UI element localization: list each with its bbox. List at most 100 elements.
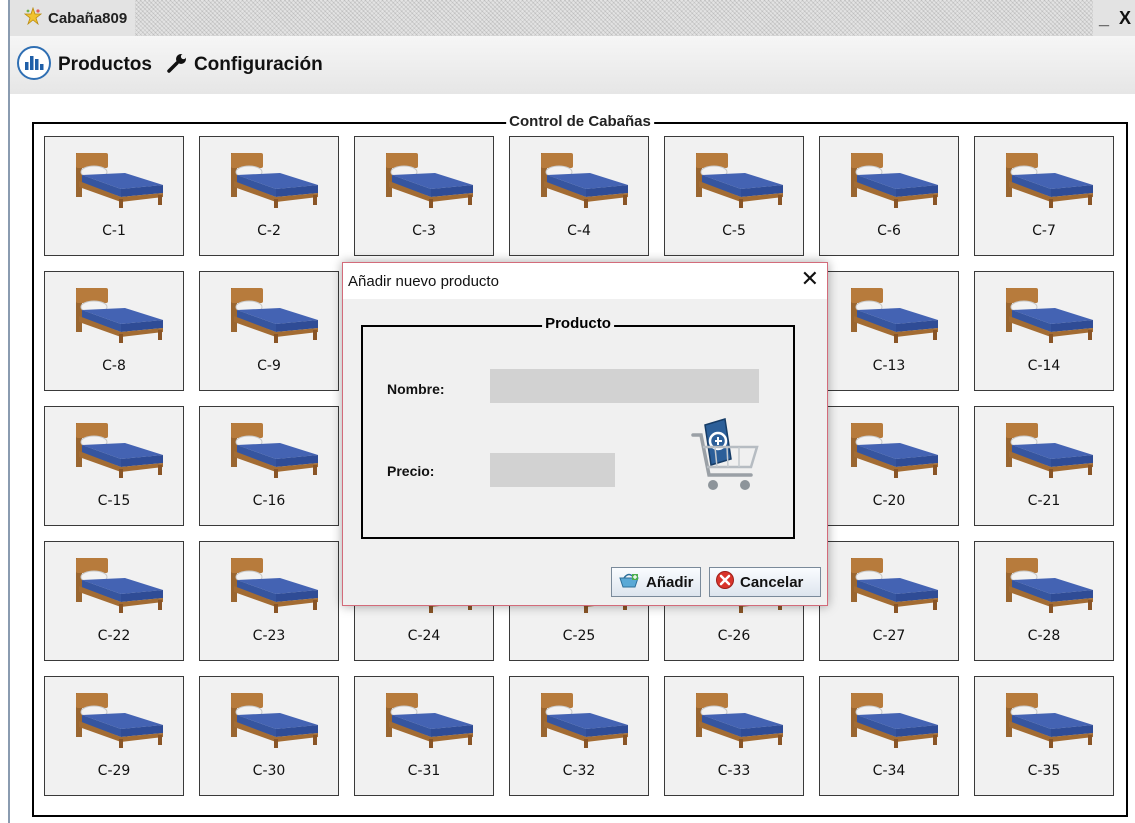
cabin-label: C-25: [562, 628, 596, 644]
cabin-label: C-31: [407, 763, 441, 779]
cabin-button-4[interactable]: C-4: [509, 136, 649, 256]
bed-icon: [76, 153, 163, 208]
bed-icon: [1006, 423, 1093, 478]
cabin-label: C-23: [252, 628, 286, 644]
cabin-label: C-35: [1027, 763, 1061, 779]
cabin-button-33[interactable]: C-33: [664, 676, 804, 796]
dialog-title: Añadir nuevo producto: [348, 273, 499, 290]
bed-icon: [541, 693, 628, 748]
menu-bar: Productos Configuración: [10, 36, 1135, 94]
cabin-label: C-33: [717, 763, 751, 779]
cabin-button-7[interactable]: C-7: [974, 136, 1114, 256]
cabin-button-9[interactable]: C-9: [199, 271, 339, 391]
dialog-title-bar[interactable]: Añadir nuevo producto ✕: [343, 263, 827, 299]
title-bar[interactable]: Cabaña809 _ X: [10, 0, 1135, 36]
cabin-button-31[interactable]: C-31: [354, 676, 494, 796]
nombre-input[interactable]: [490, 369, 759, 403]
cabin-button-34[interactable]: C-34: [819, 676, 959, 796]
minimize-button[interactable]: _: [1099, 9, 1109, 27]
bed-icon: [231, 423, 318, 478]
bed-icon: [76, 288, 163, 343]
cabin-label: C-29: [97, 763, 131, 779]
cabin-button-8[interactable]: C-8: [44, 271, 184, 391]
cabin-button-5[interactable]: C-5: [664, 136, 804, 256]
product-group-title: Producto: [542, 315, 614, 332]
cabin-label: C-2: [257, 223, 281, 239]
bed-icon: [851, 423, 938, 478]
add-button[interactable]: Añadir: [611, 567, 701, 597]
dialog-close-button[interactable]: ✕: [801, 267, 819, 292]
cabin-label: C-3: [412, 223, 436, 239]
cabin-label: C-13: [872, 358, 906, 374]
cabin-button-22[interactable]: C-22: [44, 541, 184, 661]
cabin-button-16[interactable]: C-16: [199, 406, 339, 526]
cabin-label: C-21: [1027, 493, 1061, 509]
bed-icon: [231, 693, 318, 748]
chart-circle-icon: [16, 45, 52, 86]
bed-icon: [231, 558, 318, 613]
cabin-button-1[interactable]: C-1: [44, 136, 184, 256]
bed-icon: [851, 288, 938, 343]
bed-icon: [1006, 288, 1093, 343]
cabin-button-13[interactable]: C-13: [819, 271, 959, 391]
cancel-button-label: Cancelar: [740, 573, 804, 591]
cabin-label: C-16: [252, 493, 286, 509]
bed-icon: [1006, 558, 1093, 613]
bed-icon: [696, 153, 783, 208]
cabin-button-21[interactable]: C-21: [974, 406, 1114, 526]
bed-icon: [76, 558, 163, 613]
cabin-button-30[interactable]: C-30: [199, 676, 339, 796]
bed-icon: [851, 693, 938, 748]
precio-input[interactable]: [490, 453, 615, 487]
cabin-button-2[interactable]: C-2: [199, 136, 339, 256]
bed-icon: [541, 153, 628, 208]
menu-configuracion[interactable]: Configuración: [166, 52, 323, 79]
cabin-label: C-4: [567, 223, 591, 239]
cabin-button-28[interactable]: C-28: [974, 541, 1114, 661]
nombre-label: Nombre:: [387, 381, 445, 397]
bed-icon: [76, 693, 163, 748]
basket-icon: [617, 571, 641, 594]
cancel-button[interactable]: Cancelar: [709, 567, 821, 597]
bed-icon: [386, 693, 473, 748]
cabin-button-29[interactable]: C-29: [44, 676, 184, 796]
title-left: Cabaña809: [10, 0, 136, 36]
cabin-label: C-28: [1027, 628, 1061, 644]
cabin-button-23[interactable]: C-23: [199, 541, 339, 661]
cabin-label: C-1: [102, 223, 126, 239]
menu-configuracion-label: Configuración: [193, 54, 323, 75]
window-title: Cabaña809: [48, 9, 128, 27]
bed-icon: [1006, 153, 1093, 208]
cabin-button-6[interactable]: C-6: [819, 136, 959, 256]
cabin-button-3[interactable]: C-3: [354, 136, 494, 256]
cabin-button-20[interactable]: C-20: [819, 406, 959, 526]
precio-label: Precio:: [387, 463, 435, 479]
cabin-label: C-26: [717, 628, 751, 644]
bed-icon: [696, 693, 783, 748]
close-window-button[interactable]: X: [1119, 9, 1131, 27]
add-product-dialog: Añadir nuevo producto ✕ Producto Nombre:…: [342, 262, 828, 606]
cabin-label: C-14: [1027, 358, 1061, 374]
bed-icon: [231, 153, 318, 208]
bed-icon: [386, 153, 473, 208]
cabin-label: C-20: [872, 493, 906, 509]
cabin-label: C-5: [722, 223, 746, 239]
wrench-icon: [166, 52, 188, 79]
bed-icon: [231, 288, 318, 343]
cabin-button-14[interactable]: C-14: [974, 271, 1114, 391]
cabin-label: C-32: [562, 763, 596, 779]
cabin-button-27[interactable]: C-27: [819, 541, 959, 661]
cabin-label: C-22: [97, 628, 131, 644]
cabin-label: C-6: [877, 223, 901, 239]
menu-productos[interactable]: Productos: [16, 45, 152, 86]
cabin-button-32[interactable]: C-32: [509, 676, 649, 796]
bed-icon: [1006, 693, 1093, 748]
cabin-label: C-24: [407, 628, 441, 644]
cabin-label: C-9: [257, 358, 281, 374]
cabin-label: C-7: [1032, 223, 1056, 239]
cabins-panel-title: Control de Cabañas: [506, 113, 654, 130]
shopping-cart-icon: [691, 418, 759, 490]
cabin-label: C-27: [872, 628, 906, 644]
cabin-button-15[interactable]: C-15: [44, 406, 184, 526]
cabin-button-35[interactable]: C-35: [974, 676, 1114, 796]
